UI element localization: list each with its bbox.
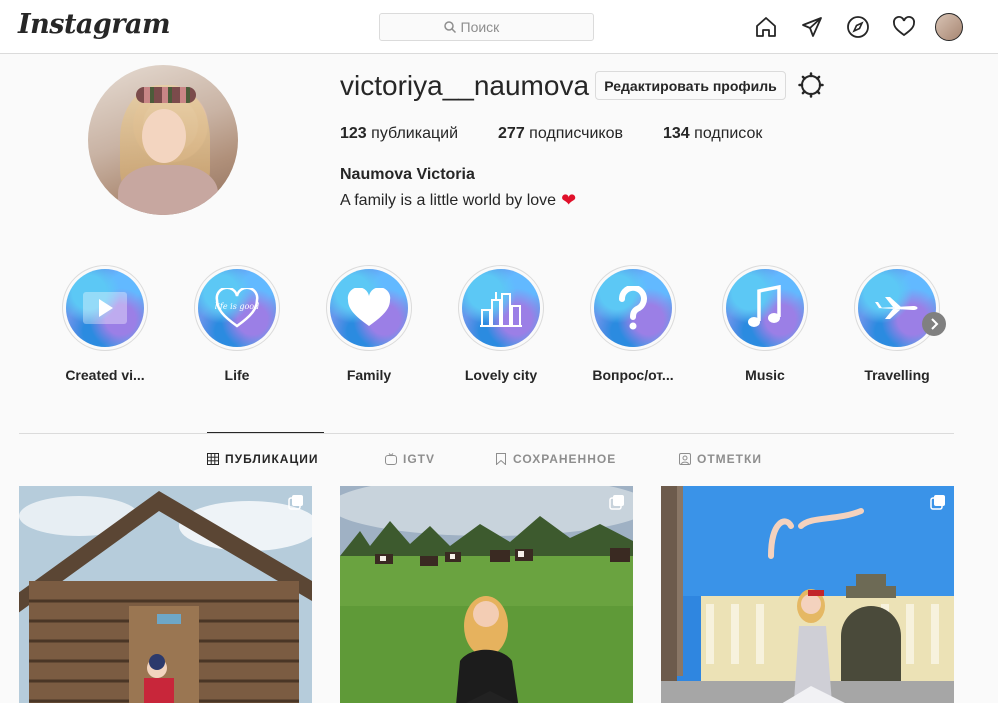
highlight-cover (462, 269, 540, 347)
tab-igtv[interactable]: IGTV (385, 452, 435, 466)
highlight-ring: life is good (194, 265, 280, 351)
settings-gear-icon[interactable] (797, 71, 825, 99)
highlight-label: Life (224, 367, 250, 383)
profile-full-name: Naumova Victoria (340, 166, 475, 183)
edit-profile-button[interactable]: Редактировать профиль (595, 71, 786, 100)
highlight-cover (594, 269, 672, 347)
post-thumbnail-2[interactable] (340, 486, 633, 703)
heart-emoji-icon: ❤ (561, 190, 577, 210)
multiple-photos-icon (930, 495, 945, 510)
profile-avatar-icon[interactable] (935, 13, 963, 41)
stat-following-count: 134 (663, 125, 690, 142)
highlight-ring (854, 265, 940, 351)
tab-label: СОХРАНЕННОЕ (513, 452, 617, 466)
highlight-label: Music (745, 367, 785, 383)
profile-stats: 123 публикаций 277 подписчиков 134 подпи… (340, 125, 802, 143)
highlight-cover (330, 269, 408, 347)
profile-bio: A family is a little world by love ❤ (340, 190, 576, 211)
chevron-right-icon (931, 318, 939, 330)
search-box[interactable] (379, 13, 594, 41)
highlight-label: Вопрос/от... (592, 367, 674, 383)
heart-life-icon: life is good (215, 288, 259, 328)
heart-icon (347, 288, 391, 326)
instagram-logo[interactable]: Instagram (18, 9, 171, 40)
airplane-icon (875, 297, 918, 319)
highlight-label: Travelling (864, 367, 930, 383)
active-tab-indicator (207, 432, 324, 433)
search-icon (443, 21, 456, 34)
stat-followers-count: 277 (498, 125, 525, 142)
direct-icon[interactable] (799, 14, 825, 40)
highlights-next-button[interactable] (922, 312, 946, 336)
explore-icon[interactable] (845, 14, 871, 40)
highlight-ring (590, 265, 676, 351)
highlight-label: Lovely city (464, 367, 538, 383)
avatar-flower-crown (136, 87, 196, 103)
top-navigation: Instagram (0, 0, 998, 54)
highlight-cover (66, 269, 144, 347)
stat-posts[interactable]: 123 публикаций (340, 125, 458, 143)
highlight-cover (858, 269, 936, 347)
tab-posts[interactable]: ПУБЛИКАЦИИ (207, 452, 318, 466)
profile-picture[interactable] (88, 65, 238, 215)
highlight-questions[interactable]: Вопрос/от... (578, 265, 688, 383)
stat-following-label: подписок (694, 125, 763, 142)
highlight-ring (326, 265, 412, 351)
post-thumbnail-3[interactable] (661, 486, 954, 703)
highlight-cover (726, 269, 804, 347)
nav-icons (753, 13, 963, 41)
tab-label: ОТМЕТКИ (697, 452, 762, 466)
tabs-divider (19, 433, 954, 434)
activity-icon[interactable] (891, 14, 917, 40)
post-thumbnail-1[interactable] (19, 486, 312, 703)
highlight-created-videos[interactable]: Created vi... (50, 265, 160, 383)
tab-label: IGTV (403, 452, 436, 466)
stat-followers[interactable]: 277 подписчиков (498, 125, 623, 143)
highlight-label: Created vi... (65, 367, 145, 383)
tagged-icon (679, 453, 691, 465)
city-icon (480, 292, 522, 327)
search-input[interactable] (460, 19, 531, 35)
avatar-face (142, 109, 186, 163)
grid-icon (207, 453, 219, 465)
profile-username: victoriya__naumova (340, 70, 590, 101)
highlight-cover: life is good (198, 269, 276, 347)
tab-tagged[interactable]: ОТМЕТКИ (679, 452, 762, 466)
stat-following[interactable]: 134 подписок (663, 125, 762, 143)
home-icon[interactable] (753, 14, 779, 40)
highlight-music[interactable]: Music (710, 265, 820, 383)
bio-text: A family is a little world by love (340, 191, 557, 209)
play-icon (83, 292, 127, 324)
question-icon (618, 286, 647, 330)
highlight-family[interactable]: Family (314, 265, 424, 383)
music-icon (748, 285, 781, 327)
igtv-icon (385, 453, 397, 465)
tab-label: ПУБЛИКАЦИИ (225, 452, 319, 466)
avatar-body (118, 165, 218, 215)
bookmark-icon (496, 453, 506, 465)
highlight-label: Family (346, 367, 392, 383)
post-image-log-cabin (19, 486, 312, 703)
highlight-lovely-city[interactable]: Lovely city (446, 265, 556, 383)
multiple-photos-icon (609, 495, 624, 510)
highlight-ring (458, 265, 544, 351)
post-image-palace-square (661, 486, 954, 703)
stat-posts-label: публикаций (371, 125, 459, 142)
highlight-overlay-text: life is good (215, 302, 259, 311)
post-image-field (340, 486, 633, 703)
highlight-ring (722, 265, 808, 351)
multiple-photos-icon (288, 495, 303, 510)
tab-saved[interactable]: СОХРАНЕННОЕ (495, 452, 616, 466)
highlight-ring (62, 265, 148, 351)
highlight-life[interactable]: life is good Life (182, 265, 292, 383)
stat-posts-count: 123 (340, 125, 367, 142)
stat-followers-label: подписчиков (529, 125, 623, 142)
